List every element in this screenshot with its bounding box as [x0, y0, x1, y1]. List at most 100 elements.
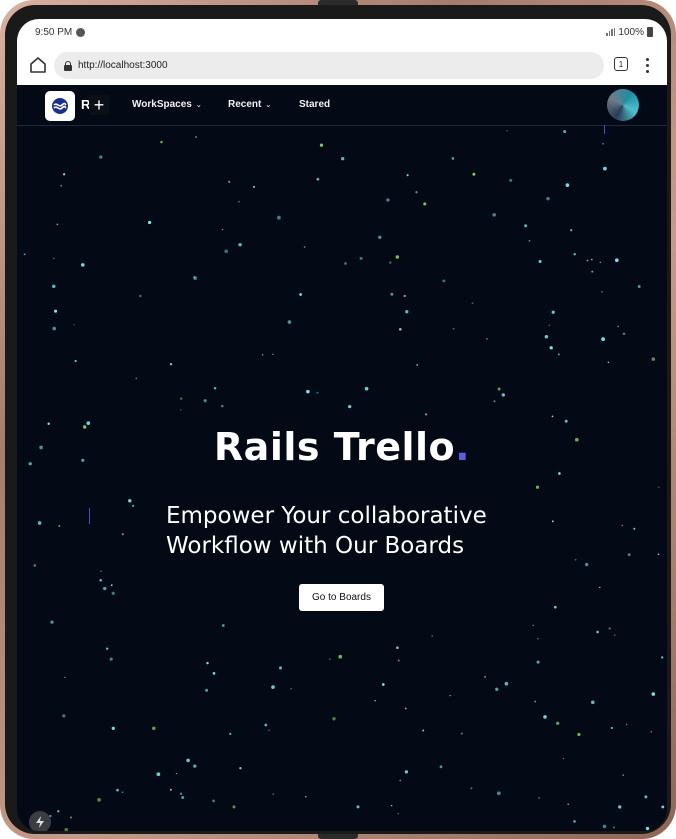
star: [544, 334, 549, 339]
go-to-boards-button[interactable]: Go to Boards: [299, 584, 384, 611]
star: [532, 624, 534, 627]
star: [651, 357, 656, 361]
star: [602, 143, 604, 145]
star: [23, 253, 26, 256]
nav-item-label: Stared: [299, 99, 331, 110]
star: [272, 793, 274, 795]
star: [617, 325, 620, 328]
star: [608, 627, 611, 630]
star: [472, 172, 476, 176]
star: [97, 798, 101, 802]
star: [610, 726, 613, 730]
avatar[interactable]: [607, 89, 639, 121]
star: [504, 681, 509, 686]
star: [553, 605, 557, 609]
star: [415, 191, 418, 194]
star: [252, 185, 256, 188]
star: [128, 499, 132, 503]
star: [599, 586, 601, 589]
star: [596, 630, 599, 634]
star: [637, 285, 641, 288]
star: [303, 246, 306, 248]
star: [538, 796, 541, 799]
star: [601, 290, 603, 293]
star: [613, 634, 616, 636]
star: [212, 672, 216, 675]
star: [536, 660, 540, 664]
star: [100, 570, 102, 573]
star: [562, 757, 565, 760]
star: [633, 527, 636, 530]
star: [193, 764, 197, 768]
trello-logo-icon[interactable]: [45, 91, 75, 121]
star: [398, 327, 402, 331]
nav-item-label: WorkSpaces: [132, 99, 192, 110]
star: [344, 262, 347, 265]
tab-count: 1: [618, 59, 624, 69]
add-button[interactable]: +: [89, 95, 109, 115]
star: [535, 485, 540, 489]
star: [524, 224, 528, 228]
star: [618, 805, 622, 809]
star: [62, 173, 66, 176]
star: [261, 354, 264, 356]
star: [290, 687, 292, 690]
tabs-button[interactable]: 1: [614, 57, 628, 71]
hero-subtitle: Empower Your collaborative Workflow with…: [166, 503, 487, 559]
star: [60, 184, 63, 187]
star: [451, 157, 455, 160]
star: [232, 805, 236, 809]
star: [110, 584, 113, 587]
star: [103, 586, 107, 591]
home-icon[interactable]: [27, 54, 49, 76]
star: [591, 270, 594, 273]
star: [644, 795, 648, 799]
nav-item-workspaces[interactable]: WorkSpaces ⌄: [132, 99, 202, 110]
star: [56, 223, 59, 226]
star: [381, 683, 385, 686]
star: [497, 387, 501, 391]
star: [152, 726, 156, 731]
star: [396, 646, 399, 650]
star: [622, 774, 625, 776]
star: [509, 178, 513, 182]
star: [193, 276, 198, 280]
star: [661, 656, 664, 659]
star: [452, 327, 455, 330]
lock-icon: [64, 60, 72, 71]
star: [551, 520, 554, 523]
star: [116, 788, 119, 792]
star: [658, 486, 660, 488]
star: [625, 723, 628, 726]
star: [422, 729, 425, 732]
star: [397, 813, 399, 815]
nav-item-recent[interactable]: Recent ⌄: [228, 99, 271, 110]
star: [106, 647, 109, 650]
star: [622, 332, 626, 336]
star: [221, 404, 224, 408]
star: [501, 393, 505, 397]
address-bar[interactable]: http://localhost:3000: [54, 52, 604, 79]
star: [205, 688, 209, 692]
star: [359, 256, 363, 260]
star: [268, 729, 270, 731]
star: [221, 624, 225, 627]
star: [212, 799, 216, 803]
star: [53, 257, 55, 260]
star: [586, 259, 589, 262]
star: [492, 213, 496, 217]
star: [70, 816, 72, 819]
star: [590, 258, 593, 261]
star: [348, 404, 352, 409]
star: [74, 359, 77, 363]
star: [615, 258, 619, 262]
star: [599, 261, 601, 263]
star: [627, 553, 631, 557]
kebab-menu-icon[interactable]: [642, 55, 652, 75]
star: [574, 558, 577, 561]
star: [460, 732, 463, 735]
signal-icon: [606, 28, 616, 36]
lightning-icon[interactable]: [29, 811, 51, 831]
nav-item-stared[interactable]: Stared: [299, 99, 330, 110]
star: [181, 795, 185, 800]
